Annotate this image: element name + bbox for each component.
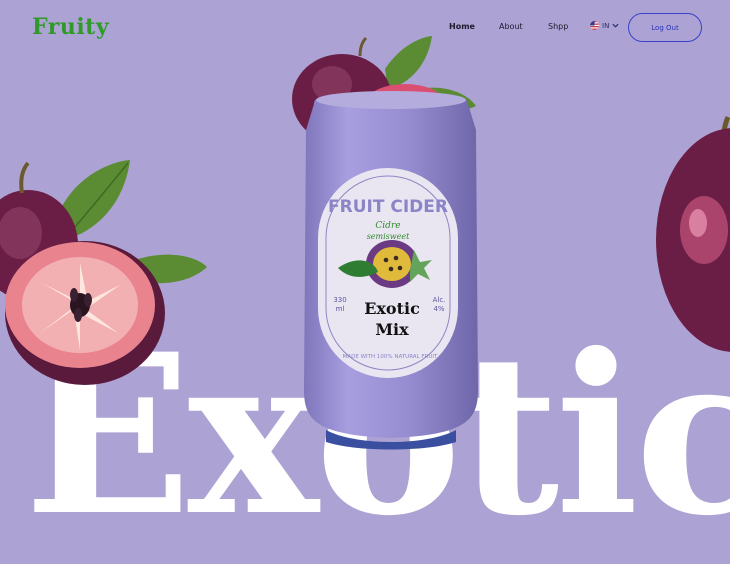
can-script2-text: semisweet [367,232,410,241]
can-footer-text: MADE WITH 100% NATURAL FRUIT [343,354,438,360]
passion-fruit-left-illustration [0,160,207,385]
nav-home[interactable]: Home [449,22,475,31]
can-brand-text: FRUIT CIDER [328,197,448,217]
can-product-name: Exotic Mix [364,299,420,339]
logout-button[interactable]: Log Out [628,13,702,42]
can-alc-label: Alc. [433,296,446,304]
nav-shop[interactable]: Shpp [548,22,568,31]
language-selector[interactable]: IN [590,21,619,30]
passion-fruit-right-illustration [656,115,730,352]
can-alc-value: 4% [433,305,444,313]
language-code: IN [602,21,610,30]
brand-logo[interactable]: Fruity [32,14,109,40]
nav-about[interactable]: About [499,22,523,31]
can-volume-unit-text: ml [336,305,345,313]
cider-can-illustration: FRUIT CIDER Cidre semisweet 330 ml Alc. … [304,91,478,450]
us-flag-icon [590,21,599,30]
can-volume-text: 330 [333,296,346,304]
chevron-down-icon [612,23,619,28]
can-script-text: Cidre [375,221,400,231]
